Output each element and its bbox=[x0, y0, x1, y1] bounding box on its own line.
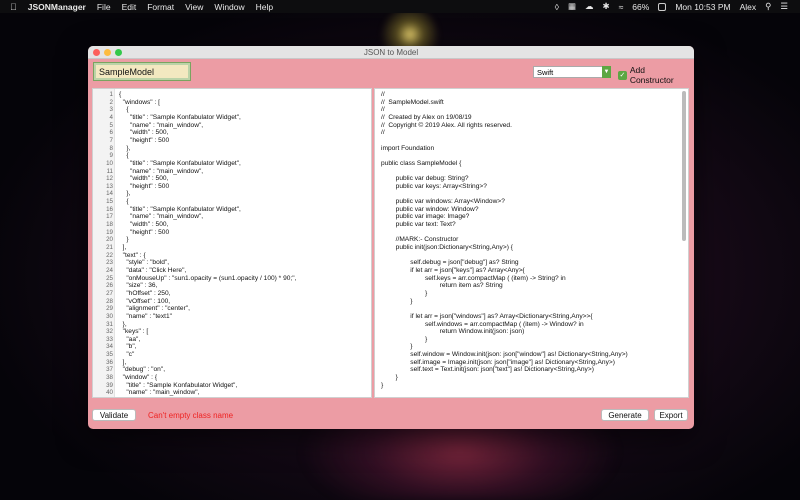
swift-code-line: } bbox=[381, 381, 384, 389]
swift-code-line: public var text: Text? bbox=[381, 221, 456, 229]
swift-code-line: // bbox=[381, 129, 385, 137]
minimize-window-button[interactable] bbox=[104, 49, 111, 56]
swift-code-line: // SampleModel.swift bbox=[381, 98, 444, 106]
error-message: Can't empty class name bbox=[148, 411, 234, 420]
bottom-bar: Validate Can't empty class name Generate… bbox=[88, 409, 694, 423]
add-constructor-toggle[interactable]: ✓ Add Constructor bbox=[618, 65, 690, 85]
battery-icon[interactable] bbox=[658, 2, 667, 11]
json-code-line: "name" : "main_window", bbox=[119, 389, 200, 397]
clock[interactable]: Mon 10:53 PM bbox=[675, 2, 730, 12]
chevron-down-icon[interactable]: ▼ bbox=[602, 66, 611, 78]
swift-code-line: public init(json:Dictionary<String,Any>)… bbox=[381, 244, 513, 251]
swift-code-line: public class SampleModel { bbox=[381, 159, 462, 167]
json-to-model-window: JSON to Model Swift ▼ ✓ Add Constructor … bbox=[88, 46, 694, 429]
swift-code-line: } bbox=[381, 374, 398, 382]
export-button[interactable]: Export bbox=[654, 409, 688, 421]
notification-center-icon[interactable]: ☰ bbox=[780, 1, 788, 12]
window-title: JSON to Model bbox=[363, 47, 419, 57]
json-code-line: "name" : "text1" bbox=[119, 312, 172, 320]
dropbox-icon[interactable]: ◊ bbox=[555, 2, 559, 12]
apple-menu-icon[interactable]:  bbox=[10, 2, 17, 12]
json-input-editor[interactable]: 1{2 "windows" : [3 {4 "title" : "Sample … bbox=[92, 88, 372, 398]
app-menu[interactable]: JSONManager bbox=[28, 2, 86, 12]
toolbar: Swift ▼ ✓ Add Constructor bbox=[92, 62, 690, 85]
language-select[interactable]: Swift ▼ bbox=[533, 66, 611, 78]
swift-code-line: public var keys: Array<String>? bbox=[381, 182, 487, 190]
output-scrollbar[interactable] bbox=[682, 91, 686, 241]
generate-button[interactable]: Generate bbox=[601, 409, 649, 421]
line-number: 40 bbox=[106, 389, 113, 397]
swift-code-line: } bbox=[381, 297, 413, 305]
class-name-input[interactable] bbox=[93, 62, 191, 81]
swift-code-line: import Foundation bbox=[381, 144, 435, 152]
close-window-button[interactable] bbox=[93, 49, 100, 56]
menu-file[interactable]: File bbox=[97, 2, 111, 12]
spotlight-icon[interactable]: ⚲ bbox=[765, 1, 771, 12]
menu-edit[interactable]: Edit bbox=[122, 2, 137, 12]
menu-window[interactable]: Window bbox=[214, 2, 244, 12]
swift-code-line: self.text = Text.init(json: json["text"]… bbox=[381, 366, 594, 374]
title-bar[interactable]: JSON to Model bbox=[88, 46, 694, 59]
bluetooth-icon[interactable]: ✱ bbox=[603, 1, 610, 12]
wifi-icon[interactable]: ≈ bbox=[619, 2, 624, 12]
menu-format[interactable]: Format bbox=[147, 2, 174, 12]
add-constructor-checkbox[interactable]: ✓ bbox=[618, 70, 627, 80]
cloud-icon[interactable]: ☁ bbox=[585, 1, 594, 12]
swift-output-editor[interactable]: //// SampleModel.swift//// Created by Al… bbox=[374, 88, 689, 398]
swift-code-line: // Copyright © 2019 Alex. All rights res… bbox=[381, 121, 512, 129]
menu-view[interactable]: View bbox=[185, 2, 203, 12]
menu-help[interactable]: Help bbox=[256, 2, 273, 12]
menu-bar:  JSONManager File Edit Format View Wind… bbox=[0, 0, 800, 13]
language-select-value: Swift bbox=[537, 67, 554, 77]
activity-icon[interactable]: ▦ bbox=[568, 1, 576, 12]
battery-percent[interactable]: 66% bbox=[632, 2, 649, 12]
add-constructor-label: Add Constructor bbox=[629, 65, 674, 85]
user-name[interactable]: Alex bbox=[740, 2, 757, 12]
validate-button[interactable]: Validate bbox=[92, 409, 136, 421]
zoom-window-button[interactable] bbox=[115, 49, 122, 56]
